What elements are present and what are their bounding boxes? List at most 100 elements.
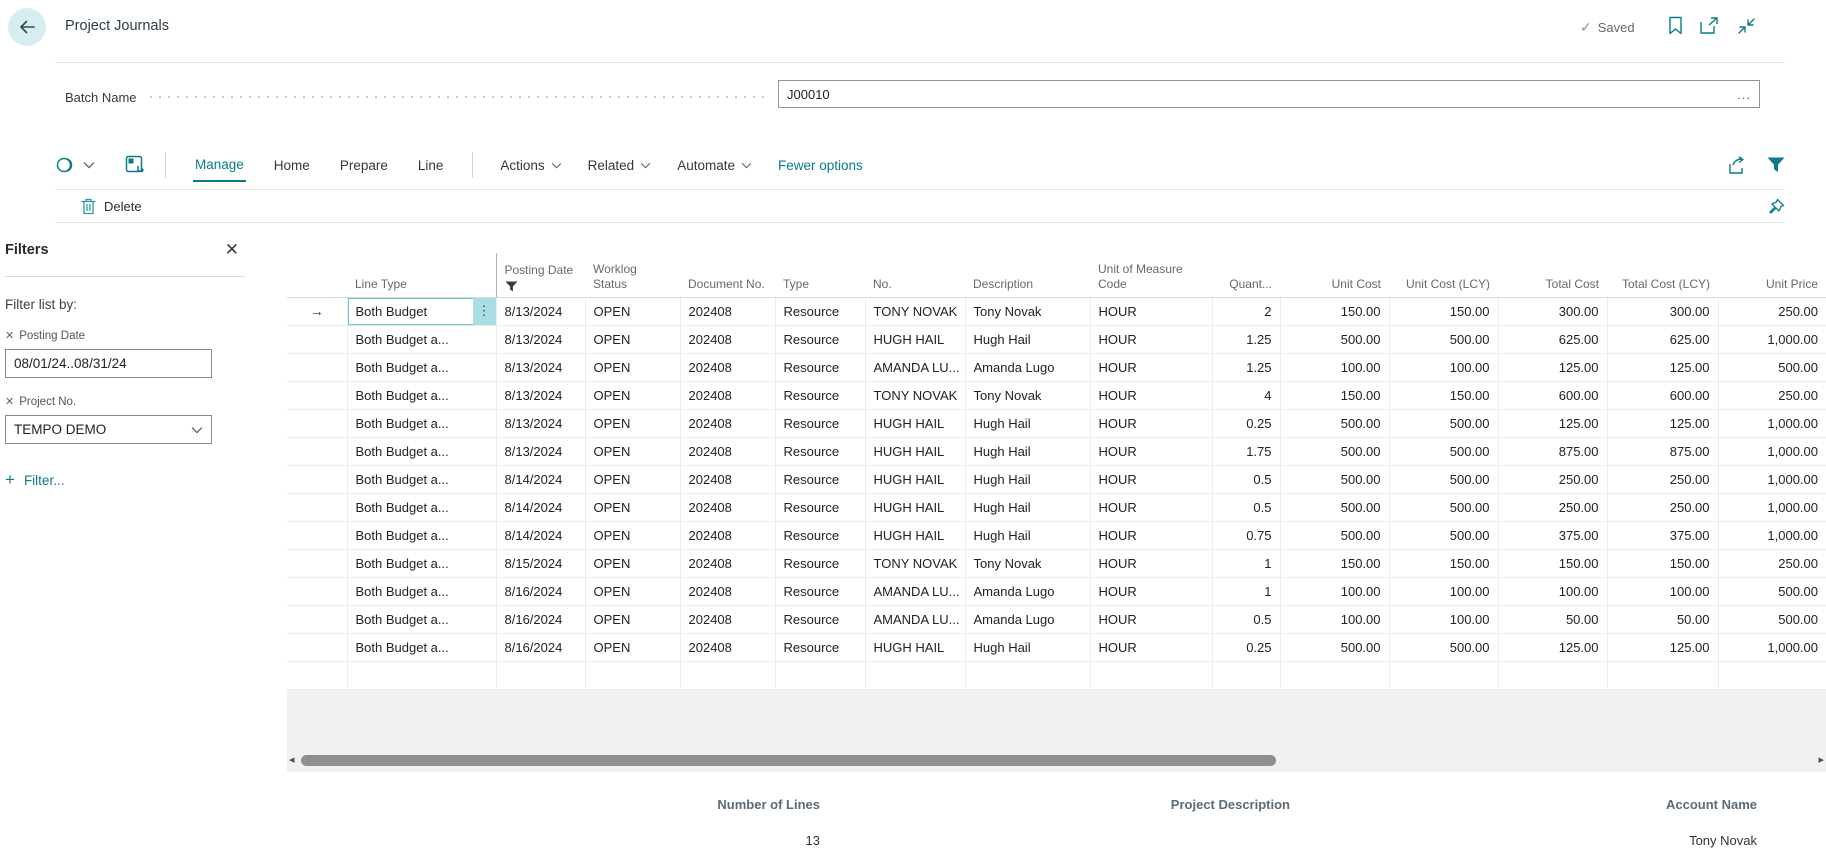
cell-worklog_status[interactable]: OPEN	[585, 465, 680, 493]
cell-uom[interactable]: HOUR	[1090, 297, 1212, 325]
pin-icon[interactable]	[1767, 198, 1785, 216]
cell-description[interactable]: Hugh Hail	[965, 633, 1090, 661]
cell-posting_date[interactable]: 8/14/2024	[496, 493, 585, 521]
cell-no[interactable]: AMANDA LU...	[865, 353, 965, 381]
back-button[interactable]	[8, 8, 46, 46]
cell-description[interactable]: Amanda Lugo	[965, 353, 1090, 381]
cell-total_cost[interactable]: 125.00	[1498, 409, 1607, 437]
cell-total_cost[interactable]: 50.00	[1498, 605, 1607, 633]
posting-date-filter-input[interactable]: 08/01/24..08/31/24	[5, 349, 212, 378]
cell-unit_price[interactable]: 250.00	[1718, 381, 1826, 409]
cell-quantity[interactable]	[1212, 661, 1280, 689]
cell-unit_price[interactable]: 1,000.00	[1718, 409, 1826, 437]
cell-line_type[interactable]: Both Budget a...	[347, 381, 496, 409]
cell-uom[interactable]: HOUR	[1090, 325, 1212, 353]
cell-total_cost_lcy[interactable]: 100.00	[1607, 577, 1718, 605]
row-marker-cell[interactable]	[287, 661, 347, 689]
cell-line_type[interactable]: Both Budget a...	[347, 493, 496, 521]
menu-automate[interactable]: Automate	[677, 158, 752, 173]
cell-total_cost[interactable]: 125.00	[1498, 353, 1607, 381]
cell-uom[interactable]: HOUR	[1090, 381, 1212, 409]
menu-related[interactable]: Related	[588, 158, 652, 173]
cell-unit_cost_lcy[interactable]: 500.00	[1389, 409, 1498, 437]
cell-total_cost_lcy[interactable]: 625.00	[1607, 325, 1718, 353]
cell-uom[interactable]: HOUR	[1090, 353, 1212, 381]
cell-quantity[interactable]: 1.25	[1212, 325, 1280, 353]
row-marker-cell[interactable]	[287, 437, 347, 465]
cell-line_type[interactable]	[347, 661, 496, 689]
row-marker-cell[interactable]	[287, 521, 347, 549]
cell-no[interactable]: HUGH HAIL	[865, 633, 965, 661]
cell-document_no[interactable]: 202408	[680, 493, 775, 521]
cell-type[interactable]: Resource	[775, 633, 865, 661]
cell-total_cost[interactable]: 150.00	[1498, 549, 1607, 577]
cell-unit_price[interactable]: 1,000.00	[1718, 633, 1826, 661]
cell-quantity[interactable]: 2	[1212, 297, 1280, 325]
cell-unit_price[interactable]: 500.00	[1718, 353, 1826, 381]
cell-no[interactable]: HUGH HAIL	[865, 521, 965, 549]
cell-type[interactable]: Resource	[775, 297, 865, 325]
cell-quantity[interactable]: 1	[1212, 577, 1280, 605]
cell-total_cost_lcy[interactable]: 300.00	[1607, 297, 1718, 325]
cell-posting_date[interactable]: 8/14/2024	[496, 465, 585, 493]
cell-type[interactable]: Resource	[775, 325, 865, 353]
cell-document_no[interactable]: 202408	[680, 381, 775, 409]
cell-line_type[interactable]: Both Budget a...	[347, 465, 496, 493]
cell-unit_cost[interactable]: 500.00	[1280, 493, 1389, 521]
scroll-left-icon[interactable]: ◂	[289, 754, 301, 767]
cell-posting_date[interactable]: 8/13/2024	[496, 437, 585, 465]
cell-unit_price[interactable]: 1,000.00	[1718, 325, 1826, 353]
cell-unit_cost_lcy[interactable]: 500.00	[1389, 325, 1498, 353]
horizontal-scrollbar[interactable]: ◂ ▸	[289, 754, 1824, 767]
row-marker-cell[interactable]	[287, 549, 347, 577]
menu-actions[interactable]: Actions	[500, 158, 561, 173]
cell-uom[interactable]	[1090, 661, 1212, 689]
cell-total_cost_lcy[interactable]: 600.00	[1607, 381, 1718, 409]
cell-unit_price[interactable]: 500.00	[1718, 605, 1826, 633]
cell-total_cost[interactable]: 250.00	[1498, 493, 1607, 521]
row-marker-cell[interactable]	[287, 493, 347, 521]
cell-unit_cost_lcy[interactable]: 500.00	[1389, 521, 1498, 549]
cell-type[interactable]: Resource	[775, 353, 865, 381]
column-header-total_cost[interactable]: Total Cost	[1498, 253, 1607, 297]
cell-type[interactable]: Resource	[775, 493, 865, 521]
cell-no[interactable]: TONY NOVAK	[865, 549, 965, 577]
remove-filter-icon[interactable]: ✕	[5, 395, 14, 408]
cell-unit_cost_lcy[interactable]: 100.00	[1389, 577, 1498, 605]
row-marker-cell[interactable]	[287, 409, 347, 437]
cell-quantity[interactable]: 0.25	[1212, 409, 1280, 437]
page-layout-icon[interactable]	[125, 155, 145, 175]
table-row[interactable]: Both Budget a...8/16/2024OPEN202408Resou…	[287, 605, 1826, 633]
cell-no[interactable]: TONY NOVAK	[865, 297, 965, 325]
cell-worklog_status[interactable]: OPEN	[585, 549, 680, 577]
cell-document_no[interactable]: 202408	[680, 325, 775, 353]
cell-description[interactable]: Amanda Lugo	[965, 577, 1090, 605]
cell-worklog_status[interactable]	[585, 661, 680, 689]
cell-unit_price[interactable]: 1,000.00	[1718, 437, 1826, 465]
close-icon[interactable]: ✕	[225, 240, 245, 260]
cell-worklog_status[interactable]: OPEN	[585, 605, 680, 633]
column-header-worklog_status[interactable]: Worklog Status	[585, 253, 680, 297]
cell-line_type[interactable]: Both Budget a...	[347, 353, 496, 381]
cell-uom[interactable]: HOUR	[1090, 465, 1212, 493]
row-marker-cell[interactable]	[287, 353, 347, 381]
cell-unit_price[interactable]: 250.00	[1718, 549, 1826, 577]
collapse-icon[interactable]	[1737, 17, 1756, 35]
cell-document_no[interactable]: 202408	[680, 577, 775, 605]
cell-unit_cost_lcy[interactable]: 500.00	[1389, 493, 1498, 521]
open-in-new-window-icon[interactable]	[1700, 17, 1720, 35]
table-row[interactable]: Both Budget a...8/16/2024OPEN202408Resou…	[287, 577, 1826, 605]
table-row[interactable]: Both Budget a...8/14/2024OPEN202408Resou…	[287, 465, 1826, 493]
cell-uom[interactable]: HOUR	[1090, 437, 1212, 465]
cell-document_no[interactable]: 202408	[680, 521, 775, 549]
cell-unit_cost_lcy[interactable]	[1389, 661, 1498, 689]
column-header-document_no[interactable]: Document No.	[680, 253, 775, 297]
cell-unit_cost[interactable]: 500.00	[1280, 465, 1389, 493]
table-row[interactable]: Both Budget a...8/13/2024OPEN202408Resou…	[287, 437, 1826, 465]
cell-type[interactable]: Resource	[775, 521, 865, 549]
cell-worklog_status[interactable]: OPEN	[585, 633, 680, 661]
column-header-type[interactable]: Type	[775, 253, 865, 297]
cell-no[interactable]: AMANDA LU...	[865, 577, 965, 605]
cell-quantity[interactable]: 0.5	[1212, 493, 1280, 521]
add-filter-button[interactable]: + Filter...	[5, 470, 245, 490]
